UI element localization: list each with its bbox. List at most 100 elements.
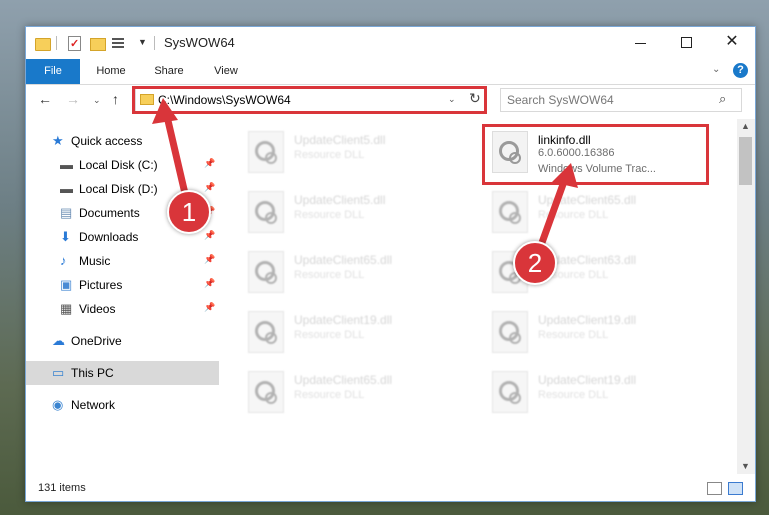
pin-icon[interactable]: 📌 [204, 254, 215, 265]
computer-icon: ▭ [52, 365, 65, 380]
scrollbar-thumb[interactable] [739, 137, 752, 185]
pin-icon[interactable]: 📌 [204, 158, 215, 169]
folder-icon[interactable] [35, 35, 51, 51]
tab-share[interactable]: Share [144, 59, 194, 84]
sidebar-item-pictures[interactable]: ▣ Pictures 📌 [26, 273, 219, 297]
file-item[interactable]: UpdateClient19.dll Resource DLL [478, 307, 708, 357]
toolbar-separator [154, 36, 155, 50]
dll-file-icon [492, 311, 528, 353]
file-item[interactable]: UpdateClient5.dll Resource DLL [234, 127, 464, 177]
dll-file-icon [248, 311, 284, 353]
gear-icon [265, 152, 277, 164]
search-icon[interactable]: ⌕ [719, 91, 726, 107]
file-description: Resource DLL [294, 149, 365, 161]
sidebar-item-label: Local Disk (D:) [79, 182, 158, 196]
file-item[interactable]: UpdateClient65.dll Resource DLL [234, 247, 464, 297]
file-description: Resource DLL [294, 329, 365, 341]
file-description: Resource DLL [538, 329, 609, 341]
pictures-icon: ▣ [60, 277, 73, 292]
sidebar-item-label: This PC [71, 366, 114, 380]
customize-toolbar-dropdown-icon[interactable]: ▼ [138, 37, 154, 53]
expand-ribbon-icon[interactable]: ⌄ [712, 64, 720, 75]
sidebar-item-music[interactable]: ♪ Music 📌 [26, 249, 219, 273]
tab-home[interactable]: Home [86, 59, 136, 84]
sidebar-item-local-disk-c[interactable]: ▬ Local Disk (C:) 📌 [26, 153, 219, 177]
file-name: UpdateClient19.dll [538, 373, 637, 387]
download-icon: ⬇ [60, 229, 71, 244]
ribbon-tabs: File Home Share View ⌄ ? [26, 59, 755, 85]
music-icon: ♪ [60, 253, 67, 268]
gear-icon [509, 212, 521, 224]
tab-view[interactable]: View [204, 59, 248, 84]
forward-arrow-icon[interactable]: → [66, 91, 80, 107]
tab-file[interactable]: File [26, 59, 80, 84]
view-icon[interactable] [112, 35, 128, 51]
star-icon: ★ [52, 133, 64, 148]
drive-icon: ▬ [60, 181, 73, 196]
sidebar-item-network[interactable]: ◉ Network [26, 393, 219, 417]
minimize-icon [635, 43, 646, 44]
gear-icon [265, 392, 277, 404]
sidebar-item-onedrive[interactable]: ☁ OneDrive [26, 329, 219, 353]
dll-file-icon [492, 191, 528, 233]
step-badge-2: 2 [513, 241, 557, 285]
sidebar-item-this-pc[interactable]: ▭ This PC [26, 361, 219, 385]
sidebar-item-label: Pictures [79, 278, 123, 292]
file-item[interactable]: UpdateClient63.dll Resource DLL [478, 247, 708, 297]
drive-icon: ▬ [60, 157, 73, 172]
window-title: SysWOW64 [164, 35, 235, 50]
large-icons-view-icon[interactable] [728, 482, 743, 495]
dll-file-icon [248, 371, 284, 413]
file-name: UpdateClient5.dll [294, 133, 386, 147]
sidebar-item-label: Quick access [71, 134, 143, 148]
file-description: Resource DLL [294, 269, 365, 281]
vertical-scrollbar[interactable]: ▲ ▼ [737, 119, 755, 474]
file-name: UpdateClient65.dll [538, 193, 637, 207]
dll-file-icon [248, 191, 284, 233]
toolbar-separator [56, 36, 57, 50]
maximize-button[interactable] [663, 27, 709, 59]
up-arrow-icon[interactable]: ↑ [112, 91, 119, 107]
sidebar-item-quick-access[interactable]: ★ Quick access [26, 129, 219, 153]
close-button[interactable]: ✕ [709, 27, 755, 59]
pin-icon[interactable]: 📌 [204, 278, 215, 289]
sidebar-item-label: Local Disk (C:) [79, 158, 158, 172]
search-input[interactable]: Search SysWOW64 ⌕ [500, 88, 742, 112]
pin-icon[interactable]: 📌 [204, 302, 215, 313]
network-icon: ◉ [52, 397, 64, 412]
file-name: UpdateClient19.dll [294, 313, 393, 327]
file-name: UpdateClient19.dll [538, 313, 637, 327]
sidebar-item-label: Network [71, 398, 116, 412]
status-bar: 131 items [26, 477, 755, 499]
gear-icon [265, 332, 277, 344]
pin-icon[interactable]: 📌 [204, 230, 215, 241]
scroll-down-icon[interactable]: ▼ [741, 461, 750, 471]
file-item[interactable]: UpdateClient19.dll Resource DLL [234, 307, 464, 357]
videos-icon: ▦ [60, 301, 73, 316]
back-arrow-icon[interactable]: ← [38, 91, 52, 107]
minimize-button[interactable] [617, 27, 663, 59]
help-icon[interactable]: ? [733, 63, 748, 78]
new-folder-icon[interactable] [90, 35, 106, 51]
sidebar-item-label: Music [79, 254, 111, 268]
file-item[interactable]: UpdateClient5.dll Resource DLL [234, 187, 464, 237]
sidebar-item-label: Documents [79, 206, 140, 220]
file-name: UpdateClient65.dll [294, 373, 393, 387]
file-item[interactable]: UpdateClient65.dll Resource DLL [234, 367, 464, 417]
file-description: Resource DLL [294, 389, 365, 401]
dll-file-icon [492, 371, 528, 413]
file-description: Resource DLL [294, 209, 365, 221]
file-item[interactable]: UpdateClient65.dll Resource DLL [478, 187, 708, 237]
gear-icon [265, 272, 277, 284]
file-name: UpdateClient5.dll [294, 193, 386, 207]
recent-locations-icon[interactable]: ⌄ [93, 95, 101, 106]
title-bar[interactable]: ✓ ▼ SysWOW64 ✕ [26, 27, 755, 59]
details-view-icon[interactable] [707, 482, 722, 495]
scroll-up-icon[interactable]: ▲ [741, 121, 750, 131]
file-item[interactable]: UpdateClient19.dll Resource DLL [478, 367, 708, 417]
pin-icon[interactable]: 📌 [204, 182, 215, 193]
sidebar-item-videos[interactable]: ▦ Videos 📌 [26, 297, 219, 321]
file-description: Resource DLL [538, 209, 609, 221]
gear-icon [509, 392, 521, 404]
properties-icon[interactable]: ✓ [67, 35, 83, 51]
